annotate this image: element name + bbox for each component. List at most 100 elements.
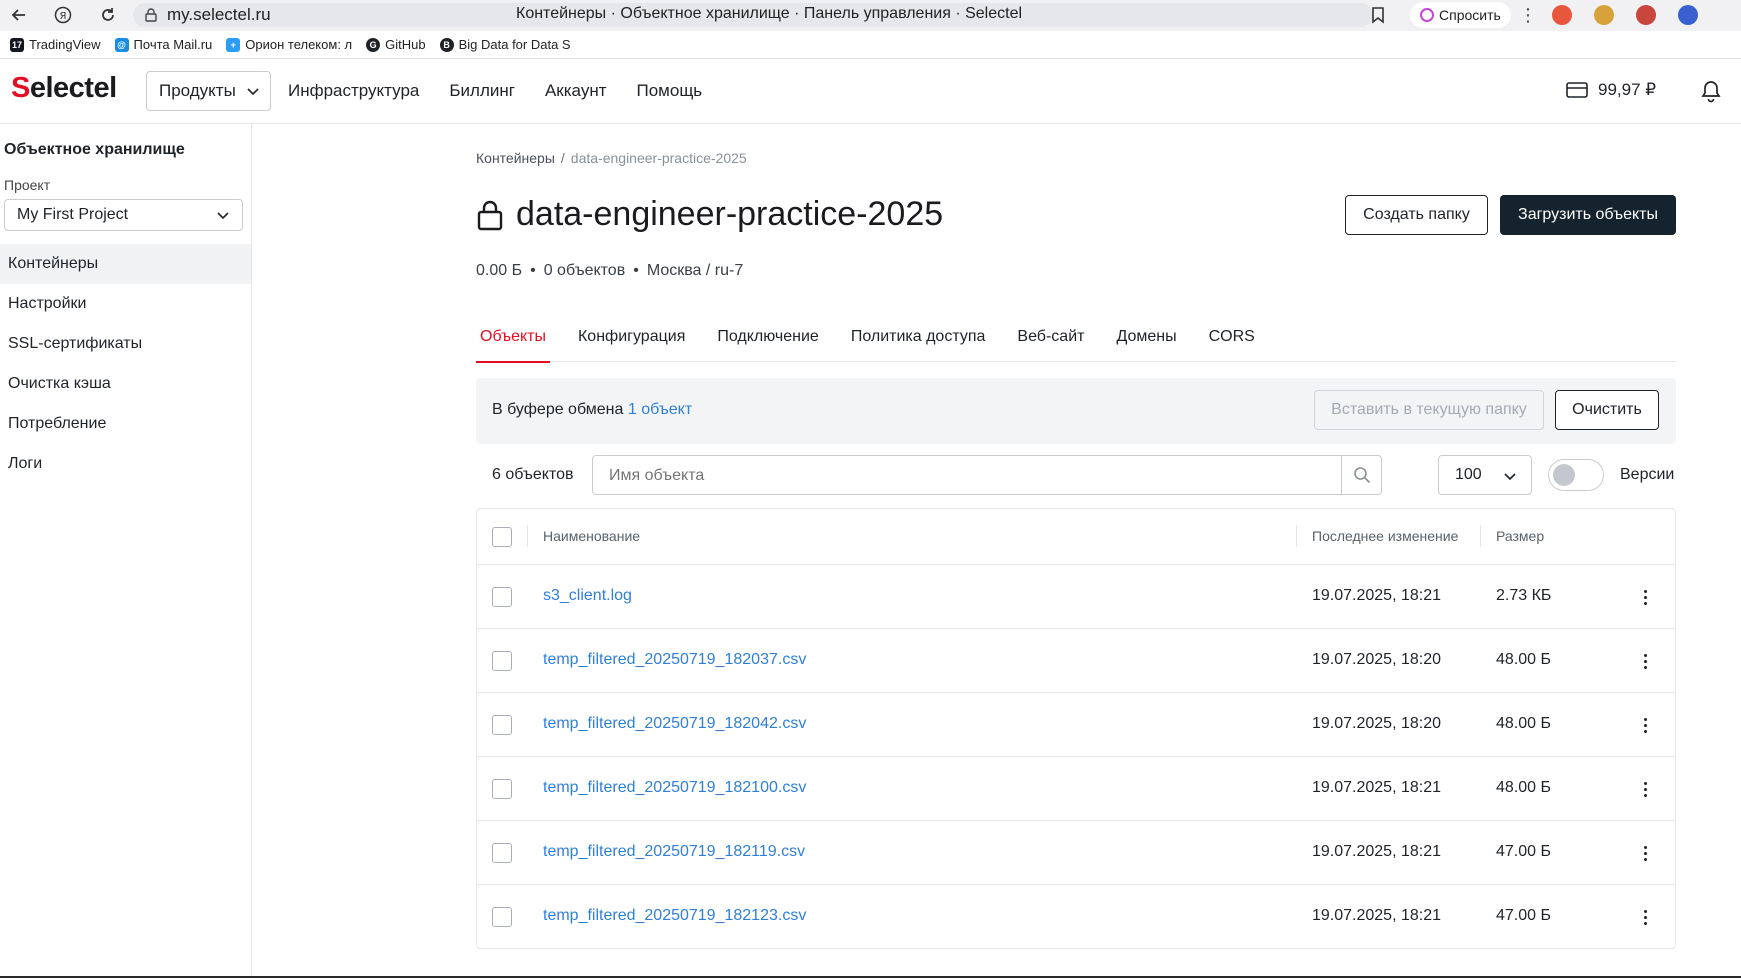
object-modified: 19.07.2025, 18:21 — [1312, 587, 1442, 604]
sidebar-item-cache-purge[interactable]: Очистка кэша — [0, 364, 251, 404]
products-dropdown[interactable]: Продукты — [146, 71, 271, 111]
clear-clipboard-button[interactable]: Очистить — [1555, 390, 1659, 430]
object-name-link[interactable]: temp_filtered_20250719_182123.csv — [543, 907, 806, 925]
create-folder-button[interactable]: Создать папку — [1345, 195, 1488, 235]
column-modified[interactable]: Последнее изменение — [1312, 528, 1458, 544]
object-name-link[interactable]: s3_client.log — [543, 587, 632, 605]
extension-icon[interactable] — [1594, 5, 1614, 25]
browser-page-title: Контейнеры · Объектное хранилище · Панел… — [516, 5, 1023, 22]
sidebar-item-settings[interactable]: Настройки — [0, 284, 251, 324]
select-all-checkbox[interactable] — [492, 527, 512, 547]
back-icon[interactable] — [4, 0, 34, 30]
yandex-icon[interactable]: Я — [48, 0, 78, 30]
nav-billing[interactable]: Биллинг — [449, 81, 515, 101]
clipboard-label: В буфере обмена — [492, 401, 624, 418]
object-name-link[interactable]: temp_filtered_20250719_182042.csv — [543, 715, 806, 733]
bookmark-bigdata[interactable]: B Big Data for Data S — [439, 37, 571, 52]
container-name: data-engineer-practice-2025 — [516, 195, 944, 233]
sidebar-item-usage[interactable]: Потребление — [0, 404, 251, 444]
alice-icon — [1420, 8, 1434, 22]
object-size: 2.73 КБ — [1496, 587, 1552, 604]
bookmark-icon[interactable] — [1370, 6, 1386, 24]
breadcrumb-containers[interactable]: Контейнеры — [476, 150, 555, 166]
more-vertical-icon[interactable] — [1639, 905, 1651, 929]
nav-infrastructure[interactable]: Инфраструктура — [288, 81, 419, 101]
nav-account[interactable]: Аккаунт — [545, 81, 607, 101]
extension-icon[interactable] — [1636, 5, 1656, 25]
more-vertical-icon[interactable] — [1639, 841, 1651, 865]
objects-count: 6 объектов — [492, 466, 574, 483]
object-name-link[interactable]: temp_filtered_20250719_182119.csv — [543, 843, 805, 861]
object-size: 47.00 Б — [1496, 843, 1551, 860]
table-row: temp_filtered_20250719_182042.csv 19.07.… — [477, 693, 1675, 757]
tab-access-policy[interactable]: Политика доступа — [847, 318, 990, 362]
versions-toggle[interactable] — [1548, 459, 1604, 491]
per-page-select[interactable]: 100 — [1438, 455, 1532, 495]
object-size: 48.00 Б — [1496, 651, 1551, 668]
nav-help[interactable]: Помощь — [637, 81, 703, 101]
column-size[interactable]: Размер — [1496, 528, 1544, 544]
breadcrumb: Контейнеры / data-engineer-practice-2025 — [476, 150, 747, 166]
chevron-down-icon — [217, 212, 229, 220]
tab-domains[interactable]: Домены — [1112, 318, 1180, 362]
url-text: my.selectel.ru — [167, 5, 271, 24]
search-input[interactable] — [609, 467, 1289, 485]
more-vertical-icon[interactable] — [1639, 777, 1651, 801]
extension-icon[interactable] — [1552, 5, 1572, 25]
tab-objects[interactable]: Объекты — [476, 318, 550, 363]
tab-website[interactable]: Веб-сайт — [1013, 318, 1088, 362]
bell-icon[interactable] — [1700, 79, 1722, 103]
bookmark-github[interactable]: G GitHub — [366, 37, 426, 52]
sidebar-item-containers[interactable]: Контейнеры — [0, 244, 251, 284]
selectel-logo[interactable]: Selectel — [11, 72, 117, 105]
row-checkbox[interactable] — [492, 715, 512, 735]
lock-icon — [477, 200, 503, 230]
more-vertical-icon[interactable]: ⋮ — [1518, 3, 1538, 27]
bookmark-label: TradingView — [29, 37, 101, 52]
balance-widget[interactable]: 99,97 ₽ — [1566, 80, 1656, 100]
object-name-link[interactable]: temp_filtered_20250719_182100.csv — [543, 779, 806, 797]
bigdata-icon: B — [439, 37, 454, 52]
column-name[interactable]: Наименование — [543, 528, 640, 544]
sidebar-item-logs[interactable]: Логи — [0, 444, 251, 484]
more-vertical-icon[interactable] — [1639, 649, 1651, 673]
reload-icon[interactable] — [93, 0, 123, 30]
column-divider — [1296, 525, 1297, 547]
bookmark-mail[interactable]: @ Почта Mail.ru — [114, 37, 213, 52]
bookmark-tradingview[interactable]: 17 TradingView — [10, 37, 101, 52]
tab-configuration[interactable]: Конфигурация — [574, 318, 689, 362]
search-box — [592, 455, 1382, 495]
clipboard-panel: В буфере обмена 1 объект Вставить в теку… — [476, 378, 1676, 444]
more-vertical-icon[interactable] — [1639, 585, 1651, 609]
project-label: Проект — [4, 177, 51, 193]
page-title: data-engineer-practice-2025 — [476, 195, 943, 234]
meta-dot: • — [530, 262, 536, 279]
row-checkbox[interactable] — [492, 907, 512, 927]
clipboard-text: В буфере обмена 1 объект — [492, 401, 692, 419]
tab-cors[interactable]: CORS — [1205, 318, 1259, 362]
more-vertical-icon[interactable] — [1639, 713, 1651, 737]
search-button[interactable] — [1341, 456, 1381, 494]
ask-label: Спросить — [1439, 7, 1501, 23]
column-divider — [1480, 525, 1481, 547]
project-value: My First Project — [17, 206, 129, 223]
bookmark-orion[interactable]: + Орион телеком: л — [226, 37, 352, 52]
row-checkbox[interactable] — [492, 779, 512, 799]
table-row: s3_client.log 19.07.2025, 18:21 2.73 КБ — [477, 565, 1675, 629]
row-checkbox[interactable] — [492, 587, 512, 607]
sidebar-item-ssl[interactable]: SSL-сертификаты — [0, 324, 251, 364]
row-checkbox[interactable] — [492, 651, 512, 671]
paste-button[interactable]: Вставить в текущую папку — [1314, 390, 1544, 430]
object-name-link[interactable]: temp_filtered_20250719_182037.csv — [543, 651, 806, 669]
tab-connection[interactable]: Подключение — [713, 318, 822, 362]
object-size: 48.00 Б — [1496, 779, 1551, 796]
bookmark-label: Почта Mail.ru — [133, 37, 213, 52]
project-select[interactable]: My First Project — [4, 199, 243, 231]
extension-icon[interactable] — [1678, 5, 1698, 25]
clipboard-link[interactable]: 1 объект — [628, 401, 692, 418]
ask-alice-button[interactable]: Спросить — [1410, 2, 1511, 28]
row-checkbox[interactable] — [492, 843, 512, 863]
upload-objects-button[interactable]: Загрузить объекты — [1500, 195, 1676, 235]
object-modified: 19.07.2025, 18:21 — [1312, 779, 1442, 796]
sidebar-menu: Контейнеры Настройки SSL-сертификаты Очи… — [0, 244, 251, 484]
